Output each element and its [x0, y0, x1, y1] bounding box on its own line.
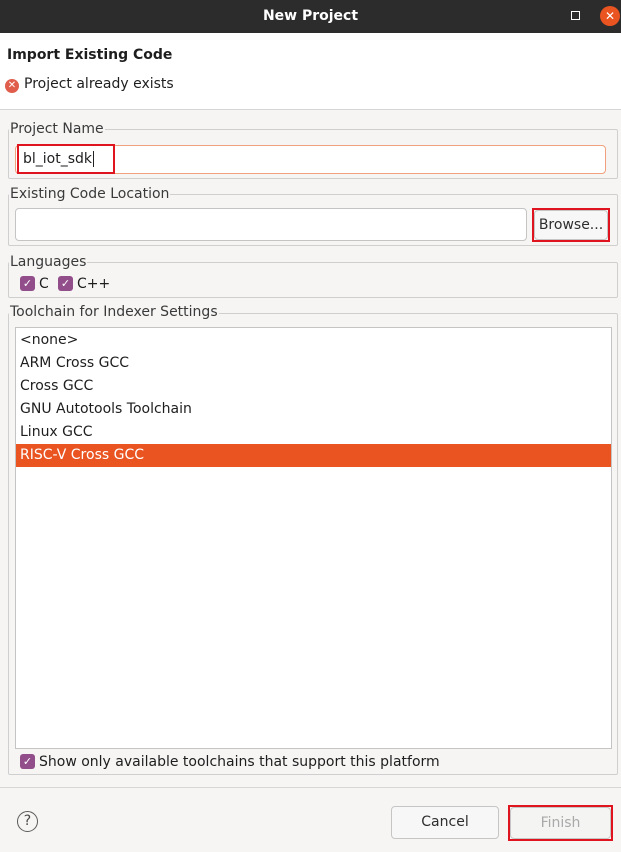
checkmark-icon: ✓ — [22, 277, 33, 290]
code-location-input[interactable] — [15, 208, 527, 241]
project-name-label: Project Name — [9, 121, 105, 137]
list-item-selected[interactable]: RISC-V Cross GCC — [16, 444, 611, 467]
cancel-button[interactable]: Cancel — [391, 806, 499, 839]
toolchain-label: Toolchain for Indexer Settings — [9, 304, 219, 320]
list-item[interactable]: Linux GCC — [16, 421, 611, 444]
help-icon[interactable]: ? — [17, 811, 38, 832]
list-item[interactable]: GNU Autotools Toolchain — [16, 398, 611, 421]
project-name-value: bl_iot_sdk — [23, 151, 93, 167]
close-icon[interactable]: ✕ — [600, 6, 620, 26]
finish-button[interactable]: Finish — [510, 807, 611, 839]
page-heading: Import Existing Code — [7, 47, 173, 63]
languages-label: Languages — [9, 254, 88, 270]
title-bar: New Project ✕ — [0, 0, 621, 33]
toolchain-list[interactable]: <none> ARM Cross GCC Cross GCC GNU Autot… — [15, 327, 612, 749]
list-item[interactable]: Cross GCC — [16, 375, 611, 398]
c-checkbox[interactable]: ✓ — [20, 276, 35, 291]
checkmark-icon: ✓ — [60, 277, 71, 290]
browse-button[interactable]: Browse... — [534, 210, 608, 240]
minimize-icon[interactable] — [571, 11, 580, 20]
project-name-input[interactable]: bl_iot_sdk — [15, 145, 606, 174]
cpp-checkbox[interactable]: ✓ — [58, 276, 73, 291]
cpp-label: C++ — [77, 276, 111, 292]
code-location-label: Existing Code Location — [9, 186, 171, 202]
checkmark-icon: ✓ — [22, 755, 33, 768]
footer-divider — [0, 787, 621, 788]
filter-label: Show only available toolchains that supp… — [39, 754, 440, 770]
error-message: Project already exists — [24, 76, 174, 92]
filter-checkbox[interactable]: ✓ — [20, 754, 35, 769]
window-title: New Project — [262, 8, 359, 24]
c-label: C — [39, 276, 49, 292]
list-item[interactable]: <none> — [16, 329, 611, 352]
wizard-header: Import Existing Code ✕ Project already e… — [0, 33, 621, 110]
list-item[interactable]: ARM Cross GCC — [16, 352, 611, 375]
error-circle-icon: ✕ — [5, 79, 19, 93]
